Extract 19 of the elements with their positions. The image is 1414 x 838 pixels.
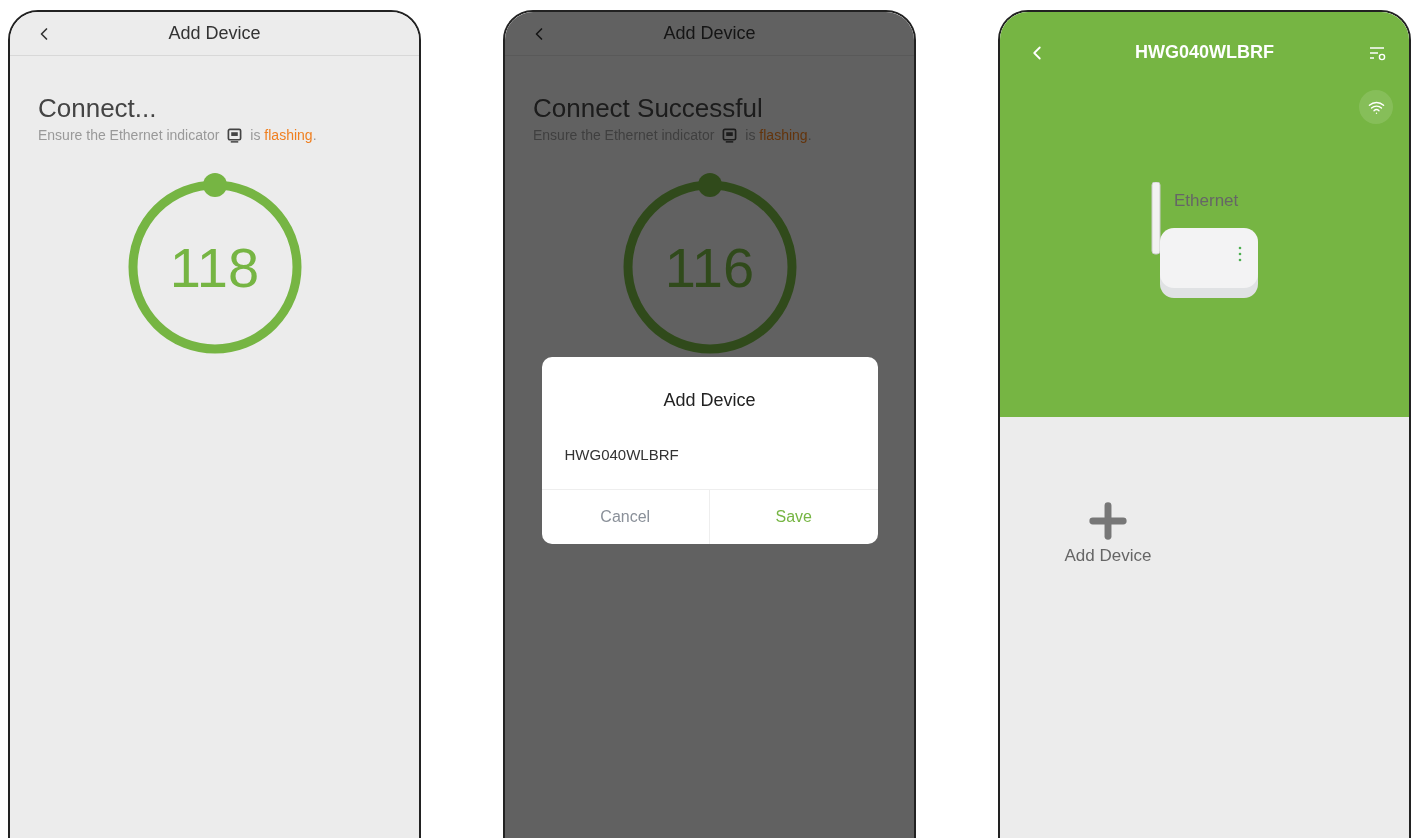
cancel-button[interactable]: Cancel bbox=[541, 490, 709, 544]
hint-text: Ensure the Ethernet indicator bbox=[38, 125, 220, 145]
device-title: HWG040WLBRF bbox=[1135, 40, 1274, 64]
ethernet-port-icon bbox=[227, 127, 243, 143]
dialog-title: Add Device bbox=[662, 389, 757, 412]
add-device-button[interactable]: Add Device bbox=[1058, 495, 1158, 569]
status-heading: Connect Successful bbox=[533, 92, 764, 125]
list-settings-icon[interactable] bbox=[1369, 46, 1387, 62]
countdown-number: 118 bbox=[169, 239, 260, 296]
ethernet-port-icon bbox=[722, 127, 738, 143]
device-type-label: Ethernet bbox=[1174, 190, 1239, 212]
screen-title: Add Device bbox=[168, 22, 261, 45]
device-name-field[interactable]: HWG040WLBRF bbox=[541, 444, 878, 489]
wifi-button[interactable] bbox=[1359, 90, 1393, 124]
status-text: is flashing. bbox=[250, 125, 317, 145]
screen-title: Add Device bbox=[663, 22, 756, 45]
status-heading: Connect... bbox=[38, 92, 158, 125]
save-button[interactable]: Save bbox=[709, 490, 878, 544]
countdown-number: 116 bbox=[664, 239, 755, 296]
